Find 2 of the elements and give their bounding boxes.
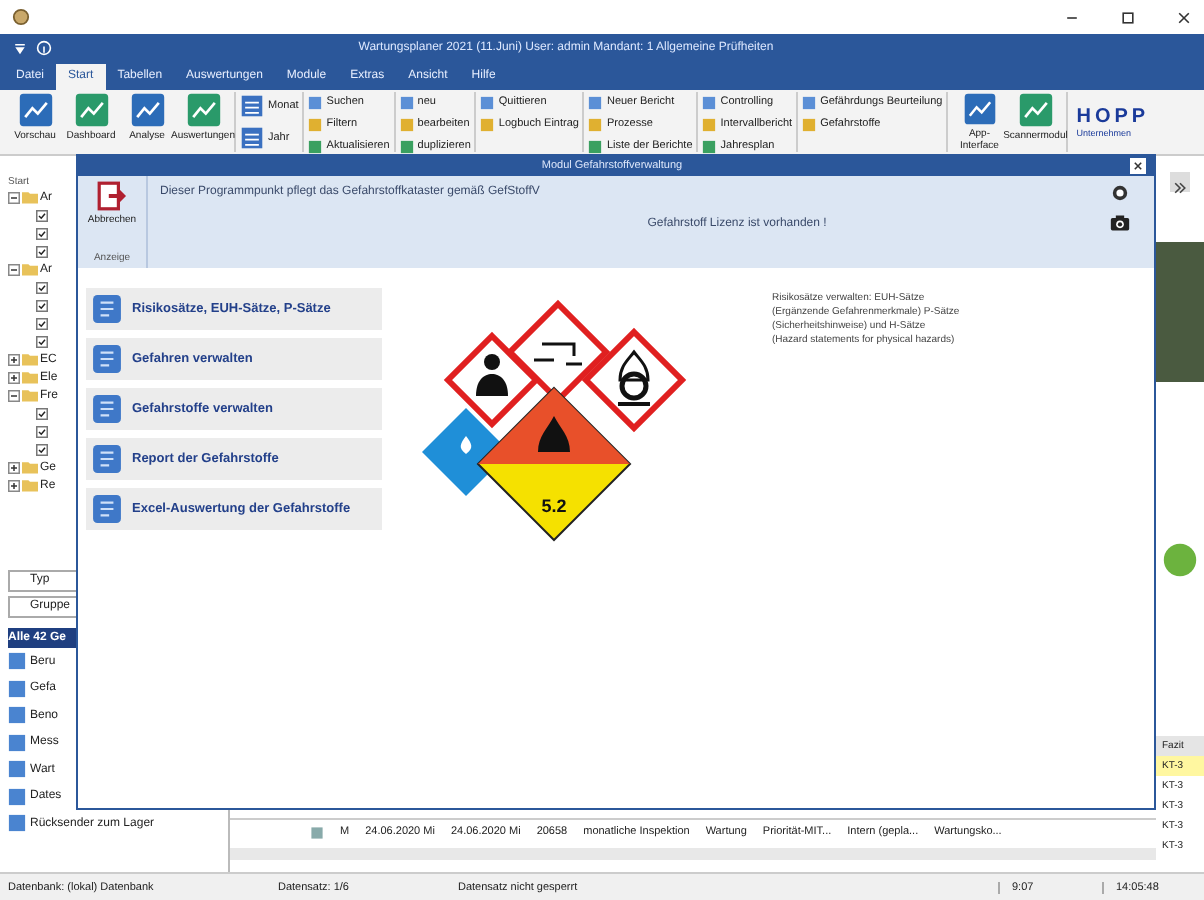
logo-text: HOPP (1076, 106, 1150, 128)
class-number: 5.2 (541, 496, 567, 516)
